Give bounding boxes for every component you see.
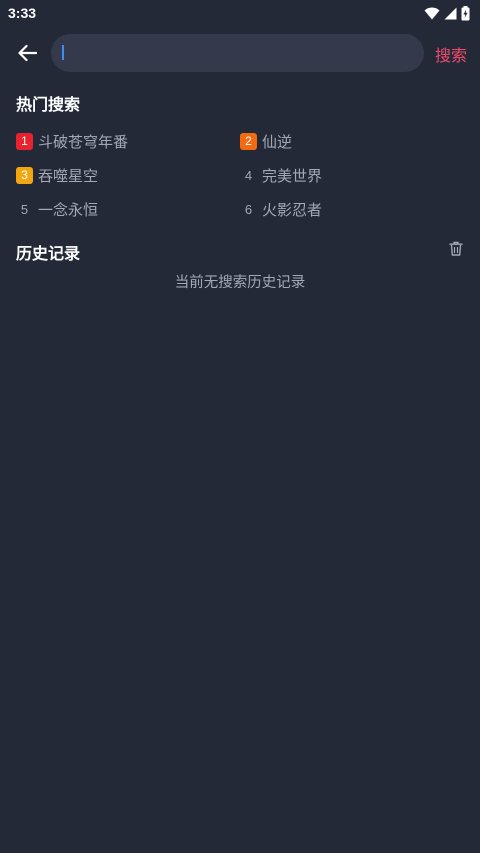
hot-search-label: 一念永恒 [38,200,99,219]
hot-search-item[interactable]: 2 仙逆 [240,130,292,152]
hot-search-label: 吞噬星空 [38,166,99,185]
hot-search-label: 斗破苍穹年番 [38,132,129,151]
battery-charging-icon [461,5,470,20]
status-bar: 3:33 [0,0,480,26]
wifi-icon [424,7,440,19]
rank-number: 5 [20,201,29,217]
hot-search-label: 完美世界 [262,166,323,185]
rank-number: 4 [244,167,253,183]
text-cursor [62,45,64,60]
rank-badge: 1 [16,132,33,150]
search-box [51,34,424,72]
rank-number: 6 [244,201,253,217]
history-title: 历史记录 [16,244,81,263]
hot-search-item[interactable]: 6 火影忍者 [240,198,322,220]
rank-badge: 3 [16,166,33,184]
hot-search-item[interactable]: 5 一念永恒 [16,198,98,220]
cell-signal-icon [444,7,457,19]
search-bar: 搜索 [0,34,480,72]
status-time: 3:33 [8,5,37,21]
hot-search-title: 热门搜索 [16,95,81,114]
arrow-left-icon [18,44,37,62]
status-icons [424,5,470,21]
hot-search-label: 仙逆 [262,132,293,151]
hot-search-item[interactable]: 3 吞噬星空 [16,164,98,186]
hot-search-item[interactable]: 1 斗破苍穹年番 [16,130,128,152]
history-empty-text: 当前无搜索历史记录 [174,275,306,291]
hot-search-item[interactable]: 4 完美世界 [240,164,322,186]
back-button[interactable] [12,38,42,68]
search-button[interactable]: 搜索 [435,42,467,66]
search-input[interactable] [59,34,414,72]
clear-history-button[interactable] [449,241,465,257]
trash-icon [449,241,463,256]
hot-search-label: 火影忍者 [262,200,323,219]
rank-badge: 2 [240,132,257,150]
